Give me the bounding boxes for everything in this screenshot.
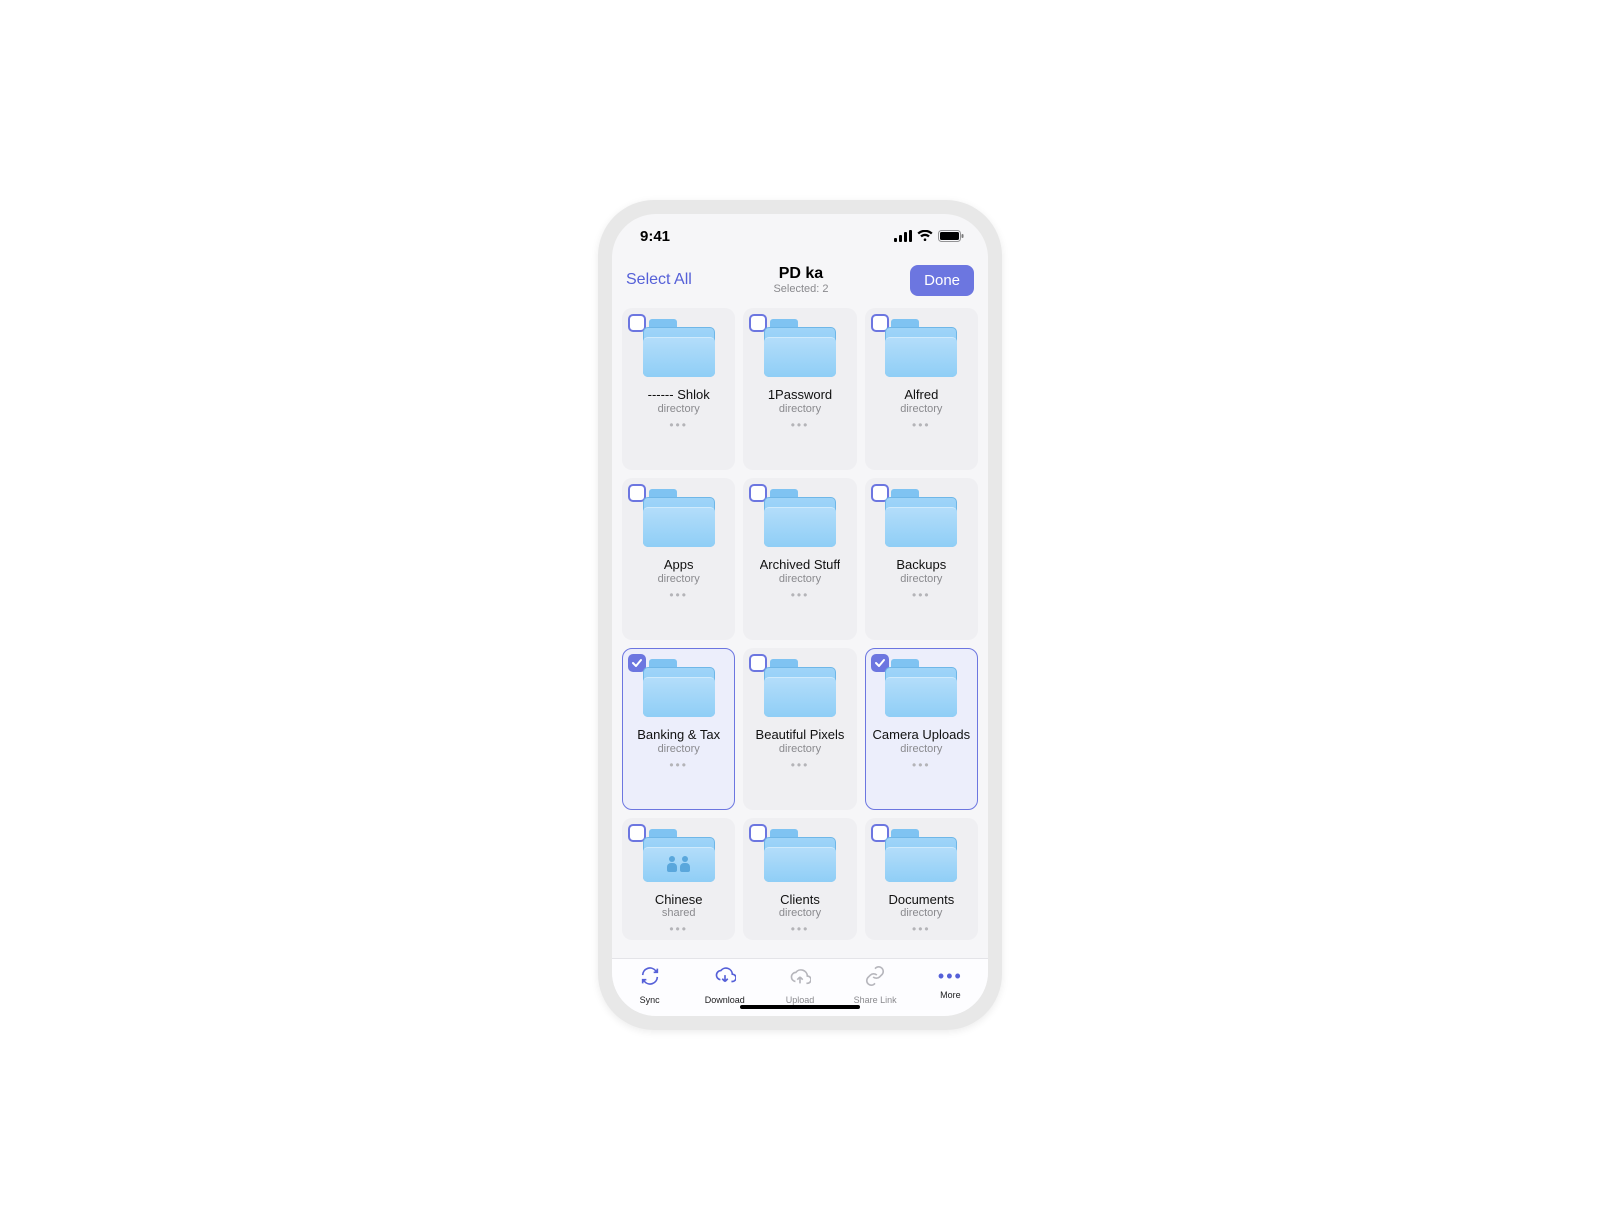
folder-name: Clients xyxy=(780,892,820,906)
phone-frame: 9:41 Select All PD ka Selected: 2 Done -… xyxy=(598,200,1002,1030)
folder-icon xyxy=(643,489,715,547)
home-indicator[interactable] xyxy=(740,1005,860,1009)
folder-type: shared xyxy=(662,907,696,919)
folder-card[interactable]: Beautiful Pixelsdirectory ••• xyxy=(743,648,856,810)
nav-title-block: PD ka Selected: 2 xyxy=(773,265,828,295)
toolbar-label: Upload xyxy=(786,995,815,1005)
toolbar-label: More xyxy=(940,990,961,1000)
more-icon[interactable]: ••• xyxy=(912,589,931,601)
folder-card[interactable]: Appsdirectory ••• xyxy=(622,478,735,640)
more-icon[interactable]: ••• xyxy=(669,759,688,771)
sharelink-icon xyxy=(864,965,886,992)
more-icon: ••• xyxy=(938,965,963,987)
folder-card[interactable]: Clientsdirectory ••• xyxy=(743,818,856,940)
folder-type: directory xyxy=(900,907,942,919)
folder-name: 1Password xyxy=(768,387,832,402)
more-icon[interactable]: ••• xyxy=(912,759,931,771)
toolbar-sharelink: Share Link xyxy=(843,965,907,1005)
folder-icon xyxy=(885,829,957,882)
folder-icon xyxy=(885,489,957,547)
folder-type: directory xyxy=(658,743,700,755)
wifi-icon xyxy=(917,230,933,242)
folder-grid[interactable]: ------ Shlokdirectory•••1Passworddirecto… xyxy=(612,302,988,958)
more-icon[interactable]: ••• xyxy=(791,759,810,771)
folder-type: directory xyxy=(779,573,821,585)
folder-icon xyxy=(764,319,836,377)
page-title: PD ka xyxy=(773,265,828,283)
done-button[interactable]: Done xyxy=(910,265,974,296)
folder-card[interactable]: Camera Uploadsdirectory ••• xyxy=(865,648,978,810)
upload-icon xyxy=(789,965,811,992)
folder-type: directory xyxy=(900,573,942,585)
folder-card[interactable]: ------ Shlokdirectory ••• xyxy=(622,308,735,470)
select-all-button[interactable]: Select All xyxy=(626,271,692,289)
folder-icon xyxy=(764,829,836,882)
folder-name: Chinese xyxy=(655,892,703,906)
toolbar-label: Share Link xyxy=(854,995,897,1005)
toolbar-label: Download xyxy=(705,995,745,1005)
folder-name: Archived Stuff xyxy=(760,557,841,572)
selection-count: Selected: 2 xyxy=(773,283,828,295)
folder-icon xyxy=(885,659,957,717)
folder-card[interactable]: Alfreddirectory ••• xyxy=(865,308,978,470)
folder-type: directory xyxy=(779,403,821,415)
more-icon[interactable]: ••• xyxy=(912,923,931,935)
folder-name: Banking & Tax xyxy=(637,727,720,742)
folder-name: Documents xyxy=(888,892,954,906)
screen: 9:41 Select All PD ka Selected: 2 Done -… xyxy=(612,214,988,1016)
sync-icon xyxy=(639,965,661,992)
more-icon[interactable]: ••• xyxy=(669,419,688,431)
more-icon[interactable]: ••• xyxy=(912,419,931,431)
cellular-icon xyxy=(894,230,912,242)
toolbar-download[interactable]: Download xyxy=(693,965,757,1005)
folder-type: directory xyxy=(900,743,942,755)
nav-bar: Select All PD ka Selected: 2 Done xyxy=(612,258,988,302)
folder-name: Backups xyxy=(896,557,946,572)
status-indicators xyxy=(894,230,964,242)
status-time: 9:41 xyxy=(640,228,670,245)
folder-name: Camera Uploads xyxy=(873,727,971,742)
folder-name: ------ Shlok xyxy=(648,387,710,402)
more-icon[interactable]: ••• xyxy=(669,589,688,601)
more-icon[interactable]: ••• xyxy=(791,923,810,935)
battery-icon xyxy=(938,230,964,242)
folder-name: Beautiful Pixels xyxy=(756,727,845,742)
status-bar: 9:41 xyxy=(612,214,988,258)
folder-card[interactable]: Chineseshared ••• xyxy=(622,818,735,940)
toolbar-sync[interactable]: Sync xyxy=(618,965,682,1005)
more-icon[interactable]: ••• xyxy=(791,419,810,431)
folder-icon xyxy=(764,659,836,717)
folder-icon xyxy=(643,829,715,882)
folder-type: directory xyxy=(658,573,700,585)
folder-name: Alfred xyxy=(904,387,938,402)
more-icon[interactable]: ••• xyxy=(791,589,810,601)
folder-card[interactable]: 1Passworddirectory ••• xyxy=(743,308,856,470)
folder-card[interactable]: Documentsdirectory ••• xyxy=(865,818,978,940)
folder-icon xyxy=(643,659,715,717)
folder-card[interactable]: Archived Stuffdirectory ••• xyxy=(743,478,856,640)
download-icon xyxy=(714,965,736,992)
folder-card[interactable]: Banking & Taxdirectory ••• xyxy=(622,648,735,810)
folder-icon xyxy=(885,319,957,377)
folder-name: Apps xyxy=(664,557,694,572)
folder-card[interactable]: Backupsdirectory ••• xyxy=(865,478,978,640)
toolbar-more[interactable]: ••• More xyxy=(918,965,982,1000)
folder-icon xyxy=(764,489,836,547)
folder-icon xyxy=(643,319,715,377)
more-icon[interactable]: ••• xyxy=(669,923,688,935)
folder-type: directory xyxy=(779,743,821,755)
folder-type: directory xyxy=(900,403,942,415)
folder-type: directory xyxy=(658,403,700,415)
folder-type: directory xyxy=(779,907,821,919)
toolbar-upload: Upload xyxy=(768,965,832,1005)
toolbar-label: Sync xyxy=(640,995,660,1005)
